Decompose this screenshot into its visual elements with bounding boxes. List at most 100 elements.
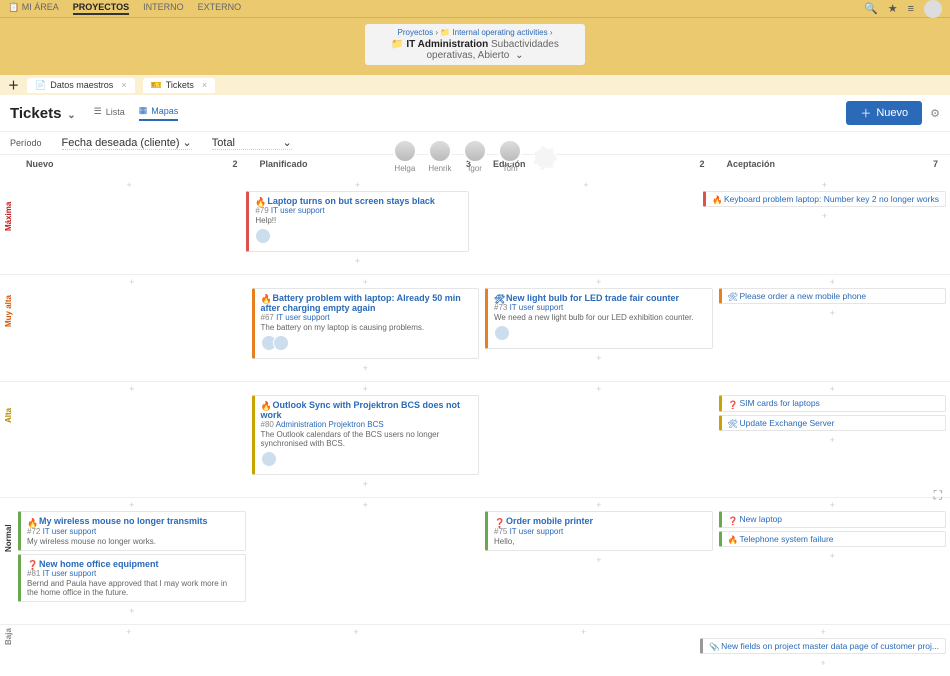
add-card-button[interactable]: + xyxy=(700,657,946,669)
add-card-button[interactable]: + xyxy=(18,383,246,395)
add-card-button[interactable]: + xyxy=(18,179,240,191)
ticket-card[interactable]: 🔥Battery problem with laptop: Already 50… xyxy=(252,288,480,359)
add-card-button[interactable]: + xyxy=(485,352,713,364)
ticket-card[interactable]: ❓Order mobile printer#75 IT user support… xyxy=(485,511,713,550)
kanban-cell[interactable]: + xyxy=(473,625,694,670)
close-icon[interactable]: × xyxy=(121,80,126,90)
card-dept-link[interactable]: IT user support xyxy=(43,527,97,536)
kanban-cell[interactable]: +📎New fields on project master data page… xyxy=(700,625,946,670)
add-card-button[interactable]: + xyxy=(18,626,239,638)
fullscreen-icon[interactable]: ⛶ xyxy=(934,488,942,503)
add-card-button[interactable]: + xyxy=(18,605,246,617)
kanban-cell[interactable]: +❓Order mobile printer#75 IT user suppor… xyxy=(485,498,713,617)
kanban-cell[interactable]: + xyxy=(475,178,697,268)
add-tab-button[interactable]: ＋ xyxy=(8,77,19,93)
add-card-button[interactable]: + xyxy=(252,478,480,490)
nav-interno[interactable]: INTERNO xyxy=(143,2,184,15)
kanban-cell[interactable]: + xyxy=(252,498,480,617)
kanban-cell[interactable]: + xyxy=(18,382,246,491)
add-card-button[interactable]: + xyxy=(252,276,480,288)
person-henrik[interactable]: Henrik xyxy=(428,139,452,173)
ticket-card[interactable]: 🛠Please order a new mobile phone xyxy=(719,288,947,304)
ticket-card[interactable]: 🔥Keyboard problem laptop: Number key 2 n… xyxy=(703,191,946,207)
star-icon[interactable]: ★ xyxy=(888,2,898,15)
person-unassigned[interactable] xyxy=(533,146,557,171)
ticket-card[interactable]: 🛠New light bulb for LED trade fair count… xyxy=(485,288,713,349)
tab-tickets[interactable]: 🎫 Tickets × xyxy=(143,78,216,93)
card-dept-link[interactable]: IT user support xyxy=(510,303,564,312)
ticket-card[interactable]: 🔥Outlook Sync with Projektron BCS does n… xyxy=(252,395,480,475)
card-dept-link[interactable]: IT user support xyxy=(43,569,97,578)
kanban-cell[interactable]: + xyxy=(485,382,713,491)
add-card-button[interactable]: + xyxy=(719,499,947,511)
ticket-card[interactable]: 📎New fields on project master data page … xyxy=(700,638,946,654)
kanban-cell[interactable]: + xyxy=(245,625,466,670)
kanban-cell[interactable]: +🔥My wireless mouse no longer transmits#… xyxy=(18,498,246,617)
ticket-card[interactable]: 🔥Telephone system failure xyxy=(719,531,947,547)
close-icon[interactable]: × xyxy=(202,80,207,90)
person-igor[interactable]: Igor xyxy=(463,139,487,173)
chevron-down-icon[interactable]: ⌄ xyxy=(64,110,75,121)
add-card-button[interactable]: + xyxy=(18,276,246,288)
add-card-button[interactable]: + xyxy=(485,554,713,566)
kanban-cell[interactable]: + xyxy=(18,275,246,375)
ticket-card[interactable]: ❓New laptop xyxy=(719,511,947,527)
add-card-button[interactable]: + xyxy=(719,307,947,319)
view-list[interactable]: ☰Lista xyxy=(94,105,125,121)
page-title[interactable]: Tickets ⌄ xyxy=(10,105,76,122)
add-card-button[interactable]: + xyxy=(700,626,946,638)
kanban-cell[interactable]: +❓SIM cards for laptops🛠Update Exchange … xyxy=(719,382,947,491)
breadcrumb[interactable]: Proyectos › 📁 Internal operating activit… xyxy=(365,24,585,65)
add-card-button[interactable]: + xyxy=(252,383,480,395)
chevron-down-icon[interactable]: ⌄ xyxy=(515,50,523,61)
search-icon[interactable]: 🔍 xyxy=(864,2,878,15)
kanban-cell[interactable]: +🔥Battery problem with laptop: Already 5… xyxy=(252,275,480,375)
add-card-button[interactable]: + xyxy=(703,210,946,222)
filter-icon[interactable]: ⚙ xyxy=(930,107,940,120)
add-card-button[interactable]: + xyxy=(703,179,946,191)
user-avatar[interactable] xyxy=(924,0,942,18)
ticket-card[interactable]: ❓SIM cards for laptops xyxy=(719,395,947,411)
add-card-button[interactable]: + xyxy=(485,383,713,395)
kanban-cell[interactable]: +🛠Please order a new mobile phone+ xyxy=(719,275,947,375)
menu-icon[interactable]: ≡ xyxy=(908,3,914,15)
add-card-button[interactable]: + xyxy=(719,550,947,562)
ticket-card[interactable]: 🛠Update Exchange Server xyxy=(719,415,947,431)
tab-datos-maestros[interactable]: 📄 Datos maestros × xyxy=(27,78,135,93)
add-card-button[interactable]: + xyxy=(719,276,947,288)
kanban-cell[interactable]: +🔥Laptop turns on but screen stays black… xyxy=(246,178,468,268)
nav-externo[interactable]: EXTERNO xyxy=(198,2,242,15)
add-card-button[interactable]: + xyxy=(719,383,947,395)
card-dept-link[interactable]: IT user support xyxy=(271,206,325,215)
add-card-button[interactable]: + xyxy=(18,499,246,511)
person-helga[interactable]: Helga xyxy=(393,139,417,173)
card-dept-link[interactable]: IT user support xyxy=(510,527,564,536)
add-card-button[interactable]: + xyxy=(252,362,480,374)
add-card-button[interactable]: + xyxy=(485,499,713,511)
card-dept-link[interactable]: Administration Projektron BCS xyxy=(276,420,384,429)
kanban-cell[interactable]: +🔥Keyboard problem laptop: Number key 2 … xyxy=(703,178,946,268)
kanban-cell[interactable]: +🛠New light bulb for LED trade fair coun… xyxy=(485,275,713,375)
add-card-button[interactable]: + xyxy=(719,434,947,446)
ticket-card[interactable]: 🔥Laptop turns on but screen stays black#… xyxy=(246,191,468,252)
kanban-cell[interactable]: +🔥Outlook Sync with Projektron BCS does … xyxy=(252,382,480,491)
new-button[interactable]: ＋Nuevo xyxy=(846,101,922,125)
view-map[interactable]: ▦Mapas xyxy=(139,105,179,121)
person-tom[interactable]: Tom xyxy=(498,139,522,173)
add-card-button[interactable]: + xyxy=(246,255,468,267)
crumb-mid[interactable]: Internal operating activities xyxy=(452,28,547,37)
ticket-card[interactable]: 🔥My wireless mouse no longer transmits#7… xyxy=(18,511,246,550)
card-dept-link[interactable]: IT user support xyxy=(276,313,330,322)
kanban-cell[interactable]: +❓New laptop🔥Telephone system failure+ xyxy=(719,498,947,617)
nav-proyectos[interactable]: PROYECTOS xyxy=(73,2,129,15)
kanban-cell[interactable]: + xyxy=(18,625,239,670)
kanban-cell[interactable]: + xyxy=(18,178,240,268)
crumb-root[interactable]: Proyectos xyxy=(398,28,434,37)
add-card-button[interactable]: + xyxy=(485,276,713,288)
add-card-button[interactable]: + xyxy=(475,179,697,191)
add-card-button[interactable]: + xyxy=(245,626,466,638)
add-card-button[interactable]: + xyxy=(473,626,694,638)
ticket-card[interactable]: ❓New home office equipment#81 IT user su… xyxy=(18,554,246,602)
add-card-button[interactable]: + xyxy=(246,179,468,191)
nav-mi-area[interactable]: 📋 MI ÁREA xyxy=(8,2,59,15)
